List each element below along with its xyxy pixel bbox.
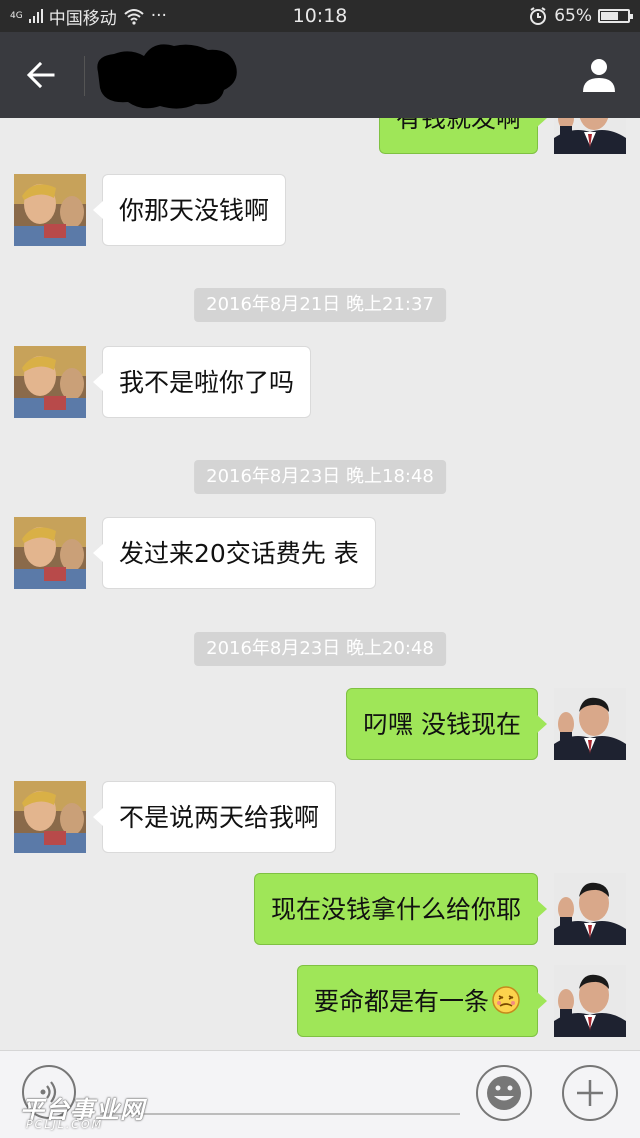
message-text: 要命都是有一条 — [313, 987, 489, 1016]
avatar-self[interactable] — [554, 118, 626, 154]
nav-bar — [0, 32, 640, 118]
more-actions-button[interactable] — [562, 1065, 618, 1121]
sick-face-emoji — [492, 986, 520, 1014]
arrow-left-icon — [26, 61, 55, 89]
timestamp: 2016年8月23日 晚上18:48 — [194, 460, 446, 494]
status-right: 65% — [528, 0, 633, 32]
message-bubble-received[interactable]: 不是说两天给我啊 — [92, 781, 337, 853]
battery-fill — [601, 12, 618, 20]
profile-button[interactable] — [576, 52, 622, 98]
battery-icon — [598, 9, 633, 23]
person-icon — [583, 59, 615, 92]
timestamp: 2016年8月21日 晚上21:37 — [194, 288, 446, 322]
status-bar: 4G 中国移动 ··· 10:18 65% — [0, 0, 640, 32]
emoji-button[interactable] — [476, 1065, 532, 1121]
redacted-contact-name — [97, 44, 237, 109]
battery-percent: 65% — [554, 6, 592, 26]
message-input[interactable] — [100, 1113, 460, 1115]
message-bubble-sent[interactable]: 现在没钱拿什么给你耶 — [253, 873, 548, 945]
avatar-contact[interactable] — [14, 517, 86, 589]
message-bubble-sent[interactable]: 有钱就发啊 — [378, 118, 548, 154]
avatar-self[interactable] — [554, 873, 626, 945]
watermark-sub: PCLJL.COM — [26, 1118, 104, 1131]
alarm-icon — [530, 7, 547, 25]
back-button[interactable] — [18, 52, 64, 98]
avatar-contact[interactable] — [14, 781, 86, 853]
plus-icon — [577, 1080, 603, 1106]
message-bubble-sent[interactable]: 叼嘿 没钱现在 — [346, 688, 547, 760]
avatar-contact[interactable] — [14, 346, 86, 418]
smiley-icon — [487, 1076, 521, 1110]
avatar-self[interactable] — [554, 688, 626, 760]
message-bubble-sent[interactable]: 要命都是有一条 — [296, 965, 548, 1037]
avatar-contact[interactable] — [14, 174, 86, 246]
chat-area[interactable]: 有钱就发啊 你那天没钱啊 2016年8月21日 晚上21:37 我不是啦你了吗 … — [0, 118, 640, 1050]
message-bubble-received[interactable]: 我不是啦你了吗 — [92, 346, 312, 418]
message-bubble-received[interactable]: 你那天没钱啊 — [92, 174, 287, 246]
timestamp: 2016年8月23日 晚上20:48 — [194, 632, 446, 666]
message-bubble-received[interactable]: 发过来20交话费先 表 — [93, 517, 376, 589]
nav-divider — [84, 56, 85, 96]
avatar-self[interactable] — [554, 965, 626, 1037]
